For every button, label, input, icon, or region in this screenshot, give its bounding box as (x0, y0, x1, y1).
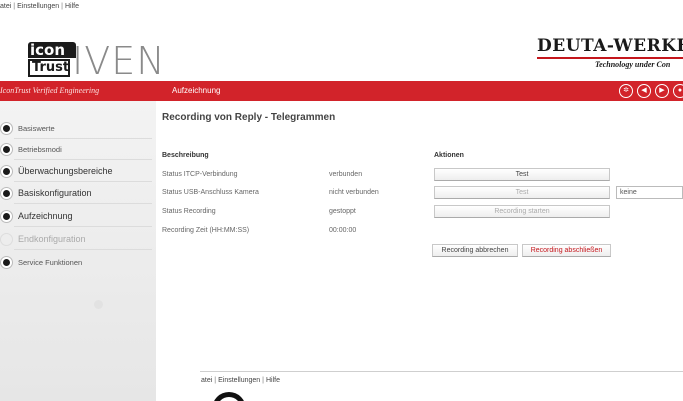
settings-icon[interactable]: ✲ (619, 84, 633, 98)
footer-divider (200, 371, 683, 372)
footer-menu-bar: atei | Einstellungen | Hilfe (201, 377, 280, 384)
section-title: Aufzeichnung (172, 86, 221, 95)
menu-settings[interactable]: Einstellungen (17, 3, 59, 10)
brand-text: DEUTA-WERKE (537, 36, 683, 56)
recording-finish-button[interactable]: Recording abschließen (522, 244, 611, 257)
row-label-itcp: Status ITCP-Verbindung (162, 171, 238, 178)
footer-menu-file[interactable]: atei (201, 377, 212, 384)
more-icon[interactable]: ● (673, 84, 683, 98)
radio-icon (0, 255, 13, 269)
sidebar-item-label: Basiskonfiguration (18, 188, 92, 198)
row-label-recording-status: Status Recording (162, 208, 216, 215)
sidebar-item-basiswerte[interactable]: Basiswerte (0, 120, 156, 139)
menu-bar: atei | Einstellungen | Hilfe (0, 0, 683, 14)
brand-underline (537, 57, 683, 59)
menu-help[interactable]: Hilfe (65, 3, 79, 10)
sidebar-item-label: Endkonfiguration (18, 234, 86, 244)
page-title: Recording von Reply - Telegrammen (162, 112, 336, 123)
footer-menu-settings[interactable]: Einstellungen (218, 377, 260, 384)
sidebar-item-label: Aufzeichnung (18, 211, 73, 221)
recording-start-button[interactable]: Recording starten (434, 205, 610, 218)
nav-icon-group: ✲ ◀ ▶ ● (619, 84, 683, 98)
row-value-itcp: verbunden (329, 171, 363, 178)
verified-label: IconTrust Verified Engineering (0, 86, 100, 95)
sidebar-item-betriebsmodi[interactable]: Betriebsmodi (0, 141, 156, 160)
logo-trust-text: Trust (28, 59, 70, 77)
row-label-recording-time: Recording Zeit (HH:MM:SS) (162, 227, 250, 234)
test-camera-button[interactable]: Test (434, 186, 610, 199)
sidebar-item-ueberwachungsbereiche[interactable]: Überwachungsbereiche (0, 163, 156, 182)
column-header-actions: Aktionen (434, 152, 464, 159)
forward-icon[interactable]: ▶ (655, 84, 669, 98)
back-icon[interactable]: ◀ (637, 84, 651, 98)
brand-name: DEUTA-WERKE X (537, 36, 683, 56)
sidebar-item-basiskonfiguration[interactable]: Basiskonfiguration (0, 185, 156, 204)
row-value-usb-camera: nicht verbunden (329, 189, 379, 196)
radio-icon (0, 232, 13, 246)
menu-file[interactable]: atei (0, 3, 11, 10)
footer-menu-help[interactable]: Hilfe (266, 377, 280, 384)
column-header-description: Beschreibung (162, 152, 209, 159)
sidebar-item-label: Überwachungsbereiche (18, 166, 113, 176)
brand-tagline: Technology under Con (595, 60, 671, 69)
sidebar-item-service-funktionen[interactable]: Service Funktionen (0, 254, 156, 270)
section-bar: IconTrust Verified Engineering Aufzeichn… (0, 81, 683, 101)
decorative-dot (94, 300, 103, 309)
row-label-usb-camera: Status USB-Anschluss Kamera (162, 189, 259, 196)
icontrust-logo: icon Trust (28, 42, 78, 84)
camera-select[interactable]: keine (616, 186, 683, 199)
logo-word: IVEN (72, 39, 166, 83)
sidebar-item-label: Betriebsmodi (18, 144, 62, 154)
radio-icon (0, 209, 13, 223)
row-value-recording-time: 00:00:00 (329, 227, 357, 234)
main-content: Recording von Reply - Telegrammen Beschr… (156, 101, 683, 401)
radio-icon (0, 164, 13, 178)
sidebar-item-endkonfiguration[interactable]: Endkonfiguration (0, 231, 156, 250)
sidebar: Basiswerte Betriebsmodi Überwachungsbere… (0, 101, 156, 401)
sidebar-item-label: Service Funktionen (18, 257, 83, 267)
row-value-recording-status: gestoppt (329, 208, 356, 215)
test-itcp-button[interactable]: Test (434, 168, 610, 181)
recording-abort-button[interactable]: Recording abbrechen (432, 244, 518, 257)
sidebar-item-aufzeichnung[interactable]: Aufzeichnung (0, 208, 156, 227)
radio-icon (0, 142, 13, 156)
sidebar-item-label: Basiswerte (18, 123, 55, 133)
logo-icon-text: icon (28, 42, 76, 58)
radio-icon (0, 186, 13, 200)
radio-icon (0, 121, 13, 135)
